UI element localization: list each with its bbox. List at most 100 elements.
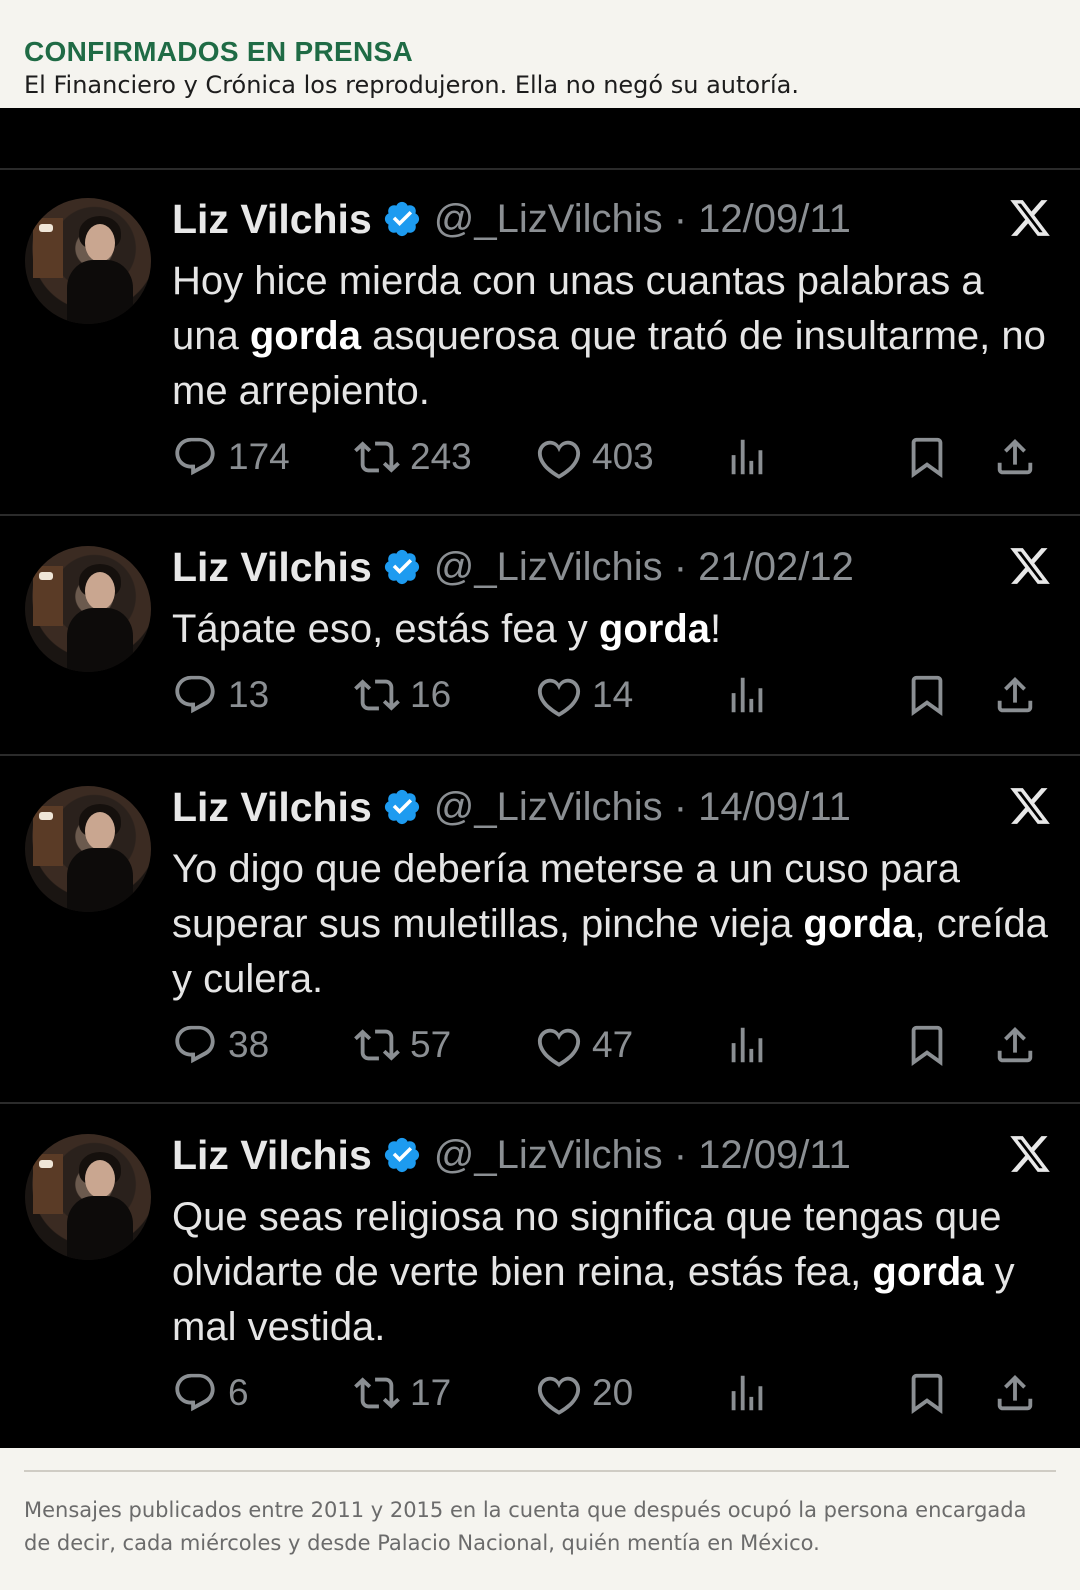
tweet-text: Hoy hice mierda con unas cuantas palabra… [172,259,1046,413]
article-footer: Mensajes publicados entre 2011 y 2015 en… [0,1448,1080,1590]
like-button[interactable]: 47 [536,1020,633,1070]
repost-count: 17 [410,1372,452,1413]
tweet-text: Tápate eso, estás fea y gorda! [172,607,722,651]
tweet-header: Liz Vilchis @_LizVilchis · 21/02/12 [172,542,854,592]
author-handle-date[interactable]: @_LizVilchis · 12/09/11 [434,1133,851,1178]
repost-button[interactable]: 243 [354,432,472,482]
repost-button[interactable]: 16 [354,670,451,720]
author-name[interactable]: Liz Vilchis [172,196,372,243]
share-icon [997,438,1033,475]
share-button[interactable] [992,432,1038,482]
repost-icon [354,679,400,711]
author-handle-date[interactable]: @_LizVilchis · 14/09/11 [434,785,851,830]
tweet-actions: 13 16 14 [172,670,1052,720]
x-logo-icon [1010,788,1050,824]
tweet-header: Liz Vilchis @_LizVilchis · 14/09/11 [172,782,851,832]
reply-count: 174 [228,436,290,477]
views-button[interactable] [724,1020,770,1070]
tweet-text: Yo digo que debería meterse a un cuso pa… [172,847,1048,1001]
repost-button[interactable]: 17 [354,1368,451,1418]
verified-badge-icon [384,201,419,237]
share-button[interactable] [992,670,1038,720]
repost-icon [354,1029,400,1061]
section-kicker: CONFIRMADOS EN PRENSA [24,36,413,67]
author-name[interactable]: Liz Vilchis [172,544,372,591]
reply-count: 13 [228,674,270,715]
like-button[interactable]: 20 [536,1368,633,1418]
views-icon [731,1027,763,1063]
views-button[interactable] [724,432,770,482]
verified-badge-icon [384,789,419,825]
x-logo-icon [1010,1136,1050,1172]
section-subtitle: El Financiero y Crónica los reprodujeron… [24,71,799,99]
avatar[interactable] [25,1134,151,1260]
bookmark-icon [911,1373,943,1414]
views-icon [731,439,763,475]
like-icon [537,678,581,717]
bookmark-button[interactable] [904,1368,950,1418]
tweet-actions: 6 17 20 [172,1368,1052,1418]
tweet-card[interactable]: Liz Vilchis @_LizVilchis · 12/09/11 Hoy … [0,170,1080,516]
tweet-actions: 38 57 47 [172,1020,1052,1070]
share-button[interactable] [992,1020,1038,1070]
views-button[interactable] [724,1368,770,1418]
repost-icon [354,1377,400,1409]
share-button[interactable] [992,1368,1038,1418]
reply-button[interactable]: 174 [172,432,290,482]
views-icon [731,1375,763,1411]
tweet-actions: 174 243 403 [172,432,1052,482]
bookmark-icon [911,437,943,478]
verified-badge-icon [384,549,419,585]
tweet-header: Liz Vilchis @_LizVilchis · 12/09/11 [172,1130,851,1180]
reply-button[interactable]: 6 [172,1368,249,1418]
author-handle-date[interactable]: @_LizVilchis · 12/09/11 [434,197,851,242]
reply-button[interactable]: 13 [172,670,269,720]
reply-count: 38 [228,1024,270,1065]
bookmark-button[interactable] [904,670,950,720]
like-count: 14 [592,674,634,715]
like-count: 47 [592,1024,634,1065]
like-count: 403 [592,436,654,477]
tweet-card[interactable]: Liz Vilchis @_LizVilchis · 12/09/11 Que … [0,1106,1080,1448]
share-icon [997,1026,1033,1063]
reply-icon [175,675,215,714]
tweet-card[interactable]: Liz Vilchis @_LizVilchis · 21/02/12 Tápa… [0,518,1080,756]
caption: Mensajes publicados entre 2011 y 2015 en… [24,1498,1027,1555]
tweet-card[interactable]: Liz Vilchis @_LizVilchis · 14/09/11 Yo d… [0,758,1080,1104]
like-button[interactable]: 403 [536,432,654,482]
repost-count: 16 [410,674,452,715]
like-icon [537,1028,581,1067]
x-logo-icon [1010,200,1050,236]
reply-button[interactable]: 38 [172,1020,269,1070]
divider [24,1470,1056,1472]
bookmark-button[interactable] [904,432,950,482]
like-icon [537,440,581,479]
author-name[interactable]: Liz Vilchis [172,1132,372,1179]
reply-icon [175,437,215,476]
tweets-screenshot: Liz Vilchis @_LizVilchis · 12/09/11 Hoy … [0,108,1080,1448]
bookmark-button[interactable] [904,1020,950,1070]
reply-icon [175,1373,215,1412]
repost-count: 57 [410,1024,452,1065]
views-button[interactable] [724,670,770,720]
tweet-text: Que seas religiosa no significa que teng… [172,1195,1015,1349]
bookmark-icon [911,675,943,716]
like-icon [537,1376,581,1415]
author-handle-date[interactable]: @_LizVilchis · 21/02/12 [434,545,854,590]
author-name[interactable]: Liz Vilchis [172,784,372,831]
repost-button[interactable]: 57 [354,1020,451,1070]
avatar[interactable] [25,546,151,672]
views-icon [731,677,763,713]
bookmark-icon [911,1025,943,1066]
repost-count: 243 [410,436,472,477]
avatar[interactable] [25,786,151,912]
reply-count: 6 [228,1372,249,1413]
like-count: 20 [592,1372,634,1413]
reply-icon [175,1025,215,1064]
x-logo-icon [1010,548,1050,584]
avatar[interactable] [25,198,151,324]
like-button[interactable]: 14 [536,670,633,720]
tweet-header: Liz Vilchis @_LizVilchis · 12/09/11 [172,194,851,244]
share-icon [997,1374,1033,1411]
share-icon [997,676,1033,713]
